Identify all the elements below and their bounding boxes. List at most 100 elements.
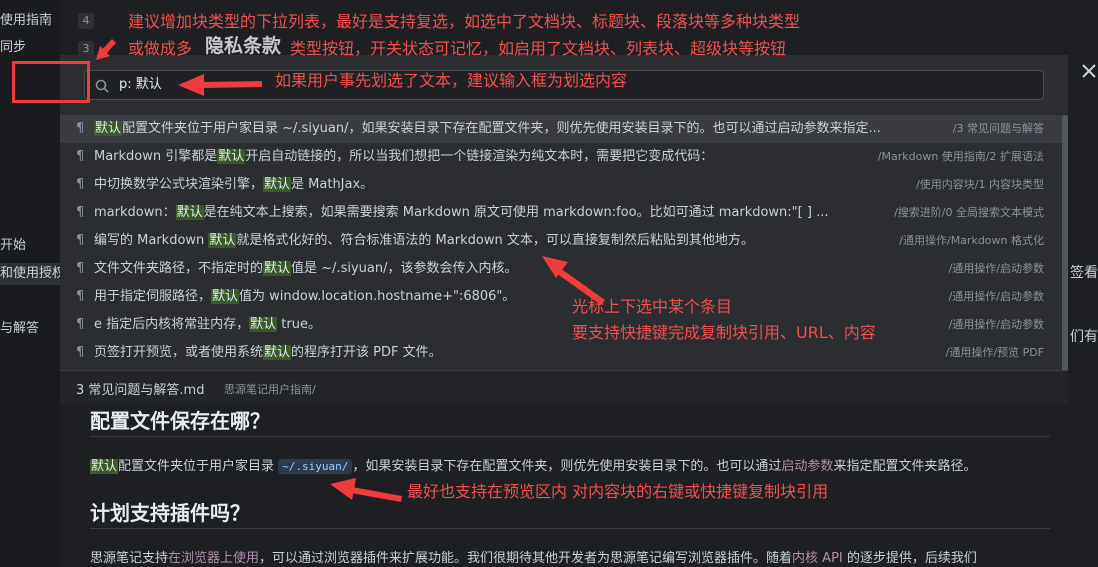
divider [90,436,1050,437]
annotation-text: 最好也支持在预览区内 对内容块的右键或快捷键复制块引用 [407,482,829,501]
text: 来指定配置文件夹路径。 [833,459,977,474]
text: 或做成多 [128,39,193,58]
paragraph-icon: ¶ [76,233,85,248]
text: ，可以通过浏览器插件来扩展功能。我们很期待其他开发者为思源笔记编写浏览器插件。随… [259,551,793,566]
preview-heading: 配置文件保存在哪？ [90,409,270,433]
match-highlight: 默认 [217,149,246,164]
result-text: 编写的 Markdown 默认就是格式化好的、符合标准语法的 Markdown … [94,227,924,255]
text: markdown： [94,205,176,220]
match-highlight: 默认 [249,317,278,332]
search-result-row[interactable]: ¶ e 指定后内核将常驻内存，默认 true。 /通用操作/启动参数 [60,311,1068,339]
text: 页签打开预览，或者使用系统 [94,345,264,360]
match-highlight: 默认 [263,345,292,360]
match-highlight: 默认 [175,205,204,220]
result-path: /Markdown 使用指南/2 扩展语法 [877,150,1044,163]
result-path: /使用内容块/1 内容块类型 [916,178,1044,191]
result-path: /通用操作/Markdown 格式化 [899,234,1044,247]
paragraph-icon: ¶ [76,261,85,276]
sidebar-count-badge: 4 [78,13,94,29]
text: true。 [277,317,321,332]
text: 的程序打开该 PDF 文件。 [291,345,442,360]
paragraph-icon: ¶ [76,345,85,360]
link[interactable]: 在浏览器上使用 [168,551,259,566]
annotation-text: 建议增加块类型的下拉列表，最好是支持复选，如选中了文档块、标题块、段落块等多种块… [128,12,801,31]
paragraph-icon: ¶ [76,205,85,220]
text: 是 MathJax。 [291,177,374,192]
match-highlight: 默认 [211,289,240,304]
selected-doc-bar: 3 常见问题与解答.md 思源笔记用户指南/ [60,370,1068,406]
sidebar-item-faq[interactable]: 与解答 [0,318,39,340]
editor-text-fragment: 们有 [1070,329,1098,345]
match-highlight: 默认 [208,233,237,248]
text: 开启自动链接的，所以当我们想把一个链接渲染为纯文本时，需要把它变成代码： [245,149,714,164]
text: 类型按钮，开关状态可记忆，如启用了文档块、列表块、超级块等按钮 [290,39,787,58]
sidebar-item-start[interactable]: 开始 [0,235,26,257]
preview-paragraph[interactable]: 思源笔记支持在浏览器上使用，可以通过浏览器插件来扩展功能。我们很期待其他开发者为… [90,547,977,566]
search-result-row[interactable]: ¶ 中切换数学公式块渲染引擎，默认是 MathJax。/使用内容块/1 内容块类型 [60,171,1068,199]
annotation-text: 要支持快捷键完成复制块引用、URL、内容 [572,323,876,342]
search-result-row[interactable]: ¶ markdown：默认是在纯文本上搜索，如果需要搜索 Markdown 原文可… [60,199,1068,227]
search-result-row[interactable]: ¶ 用于指定伺服路径，默认值为 window.location.hostname+… [60,283,1068,311]
result-path: /通用操作/预览 PDF [945,346,1044,359]
text: 值为 window.location.hostname+":6806"。 [239,289,516,304]
result-text: 中切换数学公式块渲染引擎，默认是 MathJax。 [94,171,924,199]
search-icon [95,78,109,97]
search-query: p: 默认 [119,77,162,92]
text: ，如果安装目录下存在配置文件夹，则优先使用安装目录下的。也可以通过 [352,459,782,474]
result-text: 用于指定伺服路径，默认值为 window.location.hostname+"… [94,283,924,311]
result-text: Markdown 引擎都是默认开启自动链接的，所以当我们想把一个链接渲染为纯文本… [94,143,924,171]
text: 思源笔记支持 [90,551,169,566]
text: 编写的 Markdown [94,233,209,248]
text: 配置文件夹位于用户家目录 ~/.siyuan/，如果安装目录下存在配置文件夹，则… [122,121,881,136]
link[interactable]: 启动参数 [781,459,833,474]
result-path: /3 常见问题与解答 [952,122,1044,135]
text: 中切换数学公式块渲染引擎， [94,177,264,192]
sidebar-item-license[interactable]: 和使用授权 [0,263,60,285]
result-text: 页签打开预览，或者使用系统默认的程序打开该 PDF 文件。 [94,339,924,367]
selected-doc-name: 3 常见问题与解答.md [76,383,205,398]
search-result-row[interactable]: ¶ 页签打开预览，或者使用系统默认的程序打开该 PDF 文件。 /通用操作/预览 P… [60,339,1068,367]
text: 值是 ~/.siyuan/，该参数会传入内核。 [291,261,518,276]
search-result-row[interactable]: ¶ 默认配置文件夹位于用户家目录 ~/.siyuan/，如果安装目录下存在配置文件… [60,115,1068,143]
search-result-row[interactable]: ¶ Markdown 引擎都是默认开启自动链接的，所以当我们想把一个链接渲染为纯文… [60,143,1068,171]
text: 配置文件夹位于用户家目录 [118,459,275,474]
result-text: 默认配置文件夹位于用户家目录 ~/.siyuan/，如果安装目录下存在配置文件夹… [94,115,924,143]
sidebar-item-label: 同步 [0,40,27,55]
close-icon[interactable] [1080,62,1098,82]
right-editor-strip [1068,0,1098,567]
match-highlight: 默认 [94,121,123,136]
search-result-row[interactable]: ¶ 编写的 Markdown 默认就是格式化好的、符合标准语法的 Markdown… [60,227,1068,255]
text: e 指定后内核将常驻内存， [94,317,250,332]
sidebar-item-guide[interactable]: 使用指南 [0,10,52,32]
paragraph-icon: ¶ [76,177,85,192]
link[interactable]: 内核 API [792,551,843,566]
result-text: 文件文件夹路径，不指定时的默认值是 ~/.siyuan/，该参数会传入内核。 [94,255,924,283]
preview-heading: 计划支持插件吗？ [90,501,250,525]
sidebar-item-sync[interactable]: 同步 [0,37,26,59]
text: 的逐步提供，后续我们 [842,551,977,566]
paragraph-icon: ¶ [76,149,85,164]
match-highlight: 默认 [90,459,119,474]
result-path: /搜索进阶/0 全局搜索文本模式 [894,206,1044,219]
annotation-text: 光标上下选中某个条目 [572,297,733,316]
paragraph-icon: ¶ [76,317,85,332]
text: Markdown 引擎都是 [94,149,218,164]
results-scrollbar[interactable] [1062,115,1068,375]
inline-code: ~/.siyuan/ [278,459,353,474]
result-path: /通用操作/启动参数 [948,262,1044,275]
annotation-box [12,61,90,103]
selected-doc-path: 思源笔记用户指南/ [224,383,316,396]
text: 文件文件夹路径，不指定时的 [94,261,264,276]
sidebar-item-label: 使用指南 [0,13,53,28]
search-result-row[interactable]: ¶ 文件文件夹路径，不指定时的默认值是 ~/.siyuan/，该参数会传入内核。 /… [60,255,1068,283]
preview-paragraph[interactable]: 默认配置文件夹位于用户家目录 ~/.siyuan/，如果安装目录下存在配置文件夹… [90,455,976,474]
overlay-label: 隐私条款 [205,35,282,57]
result-path: /通用操作/启动参数 [948,290,1044,303]
paragraph-icon: ¶ [76,289,85,304]
text: 就是格式化好的、符合标准语法的 Markdown 文本，可以直接复制然后粘贴到其… [236,233,754,248]
result-text: markdown：默认是在纯文本上搜索，如果需要搜索 Markdown 原文可使… [94,199,924,227]
editor-text-fragment: 签看 [1070,265,1098,281]
sidebar-item-label: 开始 [0,238,27,253]
sidebar-item-label: 与解答 [0,321,40,336]
paragraph-icon: ¶ [76,121,85,136]
